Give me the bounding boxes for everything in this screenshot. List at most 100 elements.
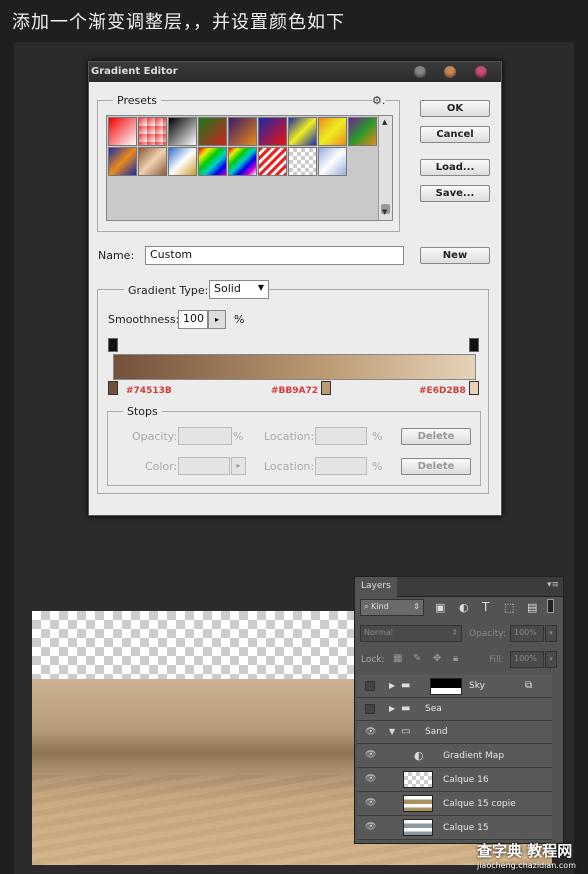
- layer-row-sky[interactable]: ▶ ▬ Sky ⧉: [357, 675, 552, 698]
- maximize-icon[interactable]: [444, 66, 456, 78]
- save-button[interactable]: Save...: [420, 185, 490, 202]
- preset-swatch[interactable]: [258, 117, 287, 146]
- filter-adjustment-icon[interactable]: ◐: [459, 601, 469, 614]
- kind-filter[interactable]: ⌕ Kind ⇕: [360, 599, 424, 616]
- presets-label: Presets: [113, 94, 162, 107]
- preset-swatch[interactable]: [168, 117, 197, 146]
- presets-scrollbar[interactable]: ▲ ▼: [378, 116, 392, 220]
- preset-swatch[interactable]: [288, 117, 317, 146]
- close-icon[interactable]: [475, 66, 487, 78]
- expand-arrow-icon[interactable]: ▶: [389, 704, 395, 713]
- visibility-toggle-off[interactable]: [365, 704, 375, 714]
- filter-image-icon[interactable]: ▣: [435, 601, 445, 614]
- layer-row-sand[interactable]: 👁︎ ▼ ▭ Sand: [357, 721, 552, 744]
- lock-label: Lock:: [361, 655, 385, 665]
- scroll-up-icon[interactable]: ▲: [382, 118, 387, 126]
- filter-shape-icon[interactable]: ⬚: [504, 601, 514, 614]
- layer-row-calque-15-copie[interactable]: 👁︎ Calque 15 copie: [357, 792, 552, 816]
- filter-type-icon[interactable]: T: [482, 600, 489, 614]
- preset-swatch[interactable]: [108, 147, 137, 176]
- name-input[interactable]: Custom: [145, 246, 404, 265]
- preset-swatch[interactable]: [228, 117, 257, 146]
- preset-swatch[interactable]: [318, 147, 347, 176]
- visibility-toggle-off[interactable]: [365, 681, 375, 691]
- smoothness-arrow-icon[interactable]: ▸: [208, 310, 226, 329]
- preset-swatch[interactable]: [228, 147, 257, 176]
- preset-swatch[interactable]: [198, 117, 227, 146]
- preset-swatch[interactable]: [258, 147, 287, 176]
- lock-move-icon[interactable]: ✥: [433, 653, 441, 664]
- new-button[interactable]: New: [420, 247, 490, 264]
- color-stop-icon[interactable]: [321, 381, 331, 395]
- lock-all-icon[interactable]: 🔒︎: [453, 653, 458, 664]
- fill-label: Fill:: [489, 655, 505, 665]
- opacity-dropdown-icon[interactable]: ▾: [545, 625, 557, 642]
- ok-button[interactable]: OK: [420, 100, 490, 117]
- preset-swatch[interactable]: [168, 147, 197, 176]
- stop-hex-3: #E6D2B8: [419, 386, 466, 396]
- fill-dropdown-icon[interactable]: ▾: [545, 651, 557, 668]
- kind-label: Kind: [371, 602, 389, 611]
- dialog-titlebar: Gradient Editor: [89, 62, 501, 82]
- color-delete-button[interactable]: Delete: [401, 458, 471, 475]
- opacity-delete-button[interactable]: Delete: [401, 428, 471, 445]
- opacity-stop-left-icon[interactable]: [108, 338, 118, 352]
- preset-swatch[interactable]: [348, 117, 377, 146]
- preset-swatch[interactable]: [108, 117, 137, 146]
- collapse-arrow-icon[interactable]: ▼: [389, 727, 395, 736]
- presets-gear-icon[interactable]: ⚙.: [372, 94, 386, 107]
- eye-icon[interactable]: 👁︎: [365, 798, 377, 808]
- preset-swatch[interactable]: [288, 147, 317, 176]
- eye-icon[interactable]: 👁︎: [365, 750, 377, 760]
- scroll-down-icon[interactable]: ▼: [382, 208, 387, 216]
- layer-row-sea[interactable]: ▶ ▬ Sea: [357, 698, 552, 721]
- layers-tab[interactable]: Layers: [355, 577, 397, 597]
- layer-opacity-input[interactable]: 100%: [510, 625, 544, 642]
- color-swatch-field[interactable]: [178, 457, 230, 475]
- name-label: Name:: [98, 249, 135, 262]
- eye-icon[interactable]: 👁︎: [365, 822, 377, 832]
- layer-name: Gradient Map: [443, 751, 505, 761]
- cancel-button[interactable]: Cancel: [420, 126, 490, 143]
- color-location-label: Location:: [264, 460, 315, 473]
- opacity-label: Opacity:: [132, 430, 178, 443]
- watermark: 查字典 教程网 jiaocheng.chazidian.com: [477, 840, 576, 870]
- smoothness-input[interactable]: 100: [178, 310, 208, 329]
- minimize-icon[interactable]: [414, 66, 426, 78]
- color-stop-icon[interactable]: [108, 381, 118, 395]
- blend-mode-select[interactable]: Normal ⇕: [360, 625, 462, 642]
- panel-menu-icon[interactable]: ▾≡: [547, 580, 559, 590]
- blend-mode-value: Normal: [364, 628, 393, 637]
- preset-swatch[interactable]: [138, 117, 167, 146]
- layer-mask-thumbnail: [430, 678, 462, 695]
- filter-smart-object-icon[interactable]: ▤: [527, 601, 537, 614]
- filter-toggle-icon[interactable]: [547, 599, 554, 613]
- layer-row-calque-16[interactable]: 👁︎ Calque 16: [357, 768, 552, 792]
- layer-thumbnail: [403, 795, 433, 812]
- color-arrow-icon[interactable]: ▸: [231, 457, 246, 475]
- fill-input[interactable]: 100%: [510, 651, 544, 668]
- preset-swatch[interactable]: [138, 147, 167, 176]
- opacity-stop-right-icon[interactable]: [469, 338, 479, 352]
- layer-name: Calque 16: [443, 775, 489, 785]
- color-stop-icon[interactable]: [469, 381, 479, 395]
- layer-row-calque-15[interactable]: 👁︎ Calque 15: [357, 816, 552, 840]
- gradient-type-select[interactable]: Solid ▼: [209, 280, 269, 299]
- lock-transparent-icon[interactable]: ▦: [393, 653, 402, 664]
- load-button[interactable]: Load...: [420, 159, 490, 176]
- folder-icon: ▭: [401, 726, 411, 737]
- preset-swatch[interactable]: [318, 117, 347, 146]
- eye-icon[interactable]: 👁︎: [365, 727, 377, 737]
- chevron-updown-icon: ⇕: [451, 628, 458, 637]
- opacity-location-input[interactable]: [315, 427, 367, 445]
- gradient-preview-bar[interactable]: [113, 354, 476, 380]
- lock-paint-icon[interactable]: ✎: [413, 653, 421, 664]
- expand-arrow-icon[interactable]: ▶: [389, 681, 395, 690]
- color-location-input[interactable]: [315, 457, 367, 475]
- preset-swatch[interactable]: [198, 147, 227, 176]
- opacity-input[interactable]: [178, 427, 232, 445]
- adjustment-layer-icon: ◐: [414, 749, 424, 762]
- eye-icon[interactable]: 👁︎: [365, 774, 377, 784]
- layer-row-gradient-map[interactable]: 👁︎ ◐ Gradient Map: [357, 744, 552, 768]
- smart-object-icon: ⧉: [525, 680, 533, 691]
